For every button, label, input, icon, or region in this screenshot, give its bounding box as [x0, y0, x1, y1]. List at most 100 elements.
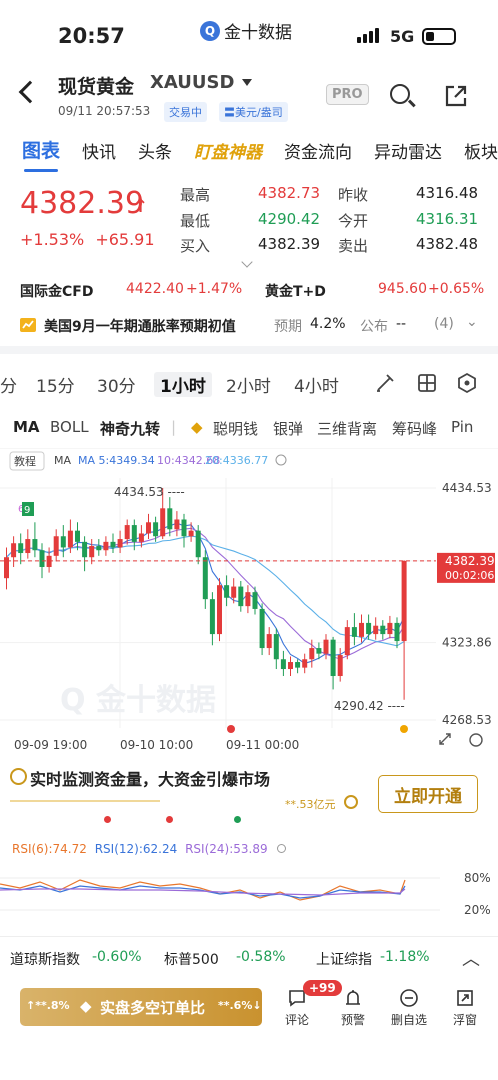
candle-body	[330, 639, 336, 677]
symbol-code[interactable]: XAUUSD	[150, 72, 234, 93]
tab-watch-tool[interactable]: 盯盘神器	[194, 134, 262, 168]
indicator-chip-peak[interactable]: 筹码峰	[392, 418, 437, 439]
event-marker-red[interactable]	[227, 725, 235, 733]
candle-body	[117, 539, 123, 548]
candle-body	[323, 639, 329, 654]
sell-value: 4382.48	[416, 235, 479, 253]
interval-2h[interactable]: 2小时	[226, 372, 271, 397]
settings-hex-icon[interactable]	[456, 372, 478, 394]
event-marker-orange[interactable]	[400, 725, 408, 733]
tab-chart[interactable]: 图表	[22, 132, 60, 172]
rsi12-label: RSI(12):62.24	[94, 842, 178, 856]
interval-1h[interactable]: 1小时	[154, 372, 212, 397]
indicator-ma[interactable]: MA	[13, 418, 40, 436]
long-short-ratio-button[interactable]: ↑**.8% ◆ 实盘多空订单比 **.6%↓	[20, 988, 262, 1026]
ma-settings-icon[interactable]	[275, 454, 287, 466]
symbol-dropdown-icon[interactable]	[242, 79, 252, 86]
candle-body	[337, 655, 343, 677]
related-quotes-row[interactable]: 国际金CFD 4422.40 +1.47% 黄金T+D 945.60 +0.65…	[0, 281, 498, 301]
sell-label: 卖出	[338, 237, 369, 255]
dot-marker	[234, 816, 241, 823]
candle-body	[25, 539, 31, 554]
zoom-icon[interactable]	[469, 733, 483, 747]
event-title: 美国9月一年期通胀率预期初值	[44, 319, 236, 335]
diamond-icon: ◆	[191, 418, 203, 436]
index-name: 道琼斯指数	[10, 952, 80, 968]
td-label: 黄金T+D	[265, 284, 326, 300]
candle-body	[273, 634, 279, 660]
indicator-divergence[interactable]: 三维背离	[317, 418, 377, 439]
back-icon[interactable]	[18, 80, 42, 104]
main-tabs: 图表 快讯 头条 盯盘神器 资金流向 异动雷达 板块	[0, 132, 498, 172]
price-chart[interactable]: 教程 MA MA 5:4349.34 10:4342.68 20:4336.77…	[0, 448, 498, 768]
unit-badge[interactable]: 〓美元/盎司	[219, 102, 288, 122]
draw-tool-icon[interactable]	[374, 372, 396, 394]
candle-body	[231, 586, 237, 598]
promo-text: 实时监测资金量，大资金引爆市场	[30, 770, 271, 789]
interval-30m[interactable]: 30分	[97, 372, 136, 397]
long-short-label: 实盘多空订单比	[100, 999, 206, 1017]
tab-news-flash[interactable]: 快讯	[82, 134, 116, 168]
tab-anomaly-radar[interactable]: 异动雷达	[374, 134, 442, 168]
td-price: 945.60	[378, 281, 427, 297]
rsi24-label: RSI(24):53.89	[185, 842, 268, 856]
nav-label: 评论	[284, 1013, 309, 1027]
remove-watchlist-button[interactable]: 删自选	[389, 988, 429, 1028]
candle-body	[174, 519, 180, 530]
change-percent: +1.53%	[20, 230, 85, 249]
indicator-pin[interactable]: Pin	[451, 418, 473, 436]
cfd-price: 4422.40	[126, 281, 184, 297]
tab-sector[interactable]: 板块	[464, 134, 498, 168]
interval-15m[interactable]: 15分	[36, 372, 75, 397]
indicator-silver-bullet[interactable]: 银弹	[273, 418, 303, 439]
candle-body	[351, 627, 357, 637]
x-tick-label: 09-10 10:00	[120, 738, 193, 752]
expand-chart-icon[interactable]	[439, 733, 451, 745]
index-ticker-bar[interactable]: 道琼斯指数 -0.60% 标普500 -0.58% 上证综指 -1.18% ︿	[0, 936, 498, 974]
rsi-level-20: 20%	[464, 903, 491, 917]
candle-body	[217, 585, 222, 635]
share-icon[interactable]	[444, 84, 468, 108]
nav-label: 浮窗	[452, 1013, 477, 1027]
candle-body	[124, 525, 130, 540]
search-icon[interactable]	[390, 84, 410, 104]
event-expected-label: 预期	[274, 319, 302, 335]
pro-button[interactable]: PRO	[326, 84, 369, 105]
candle-body	[11, 543, 17, 558]
tab-capital-flow[interactable]: 资金流向	[284, 134, 352, 168]
candle-body	[188, 530, 194, 537]
collapse-chevron-icon[interactable]: ︿	[462, 945, 480, 971]
section-divider	[0, 346, 498, 354]
long-pct: ↑**.8%	[26, 999, 70, 1012]
page-title: 现货黄金	[58, 76, 135, 98]
rsi-settings-icon[interactable]	[277, 844, 287, 853]
tab-headlines[interactable]: 头条	[138, 134, 172, 168]
interval-4h[interactable]: 4小时	[294, 372, 339, 397]
candle-body	[259, 608, 265, 649]
candle-body	[209, 599, 215, 635]
layout-grid-icon[interactable]	[416, 372, 438, 394]
indicator-smart-money[interactable]: 聪明钱	[213, 418, 258, 439]
interval-minute[interactable]: 分	[0, 372, 17, 397]
indicator-td9[interactable]: 神奇九转	[100, 418, 160, 439]
open-value: 4316.31	[416, 210, 479, 228]
expand-chevron-icon[interactable]	[241, 256, 253, 268]
quote-datetime: 09/11 20:57:53	[58, 104, 151, 118]
floating-window-button[interactable]: 浮窗	[445, 988, 485, 1028]
candle-body	[67, 530, 73, 548]
promo-progress	[10, 800, 160, 802]
candle-body	[309, 648, 315, 660]
candle-body	[32, 539, 38, 551]
indicator-boll[interactable]: BOLL	[50, 418, 89, 436]
subscribe-button[interactable]: 立即开通	[378, 775, 478, 813]
event-chevron-icon[interactable]: ⌄	[466, 314, 478, 330]
candle-body	[138, 533, 144, 542]
diamond-icon: ◆	[80, 997, 92, 1015]
index-name: 标普500	[164, 952, 219, 968]
candle-body	[153, 522, 159, 537]
minus-circle-icon	[400, 989, 418, 1007]
low-value: 4290.42	[258, 210, 321, 228]
x-tick-label: 09-11 00:00	[226, 738, 299, 752]
high-label: 最高	[180, 186, 211, 204]
alert-button[interactable]: 预警	[333, 988, 373, 1028]
